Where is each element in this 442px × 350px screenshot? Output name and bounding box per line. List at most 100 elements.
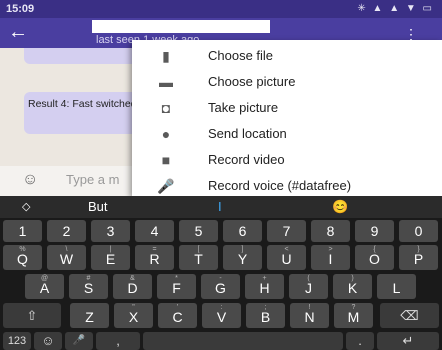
key-label: 0 bbox=[414, 223, 423, 239]
menu-item-label: Record video bbox=[208, 152, 285, 167]
back-arrow-icon[interactable]: ← bbox=[8, 21, 28, 43]
key-label: S bbox=[83, 280, 94, 296]
menu-item-send-location[interactable]: ● Send location bbox=[132, 122, 442, 146]
key-m[interactable]: ? M bbox=[334, 303, 373, 328]
key-o[interactable]: {O bbox=[355, 245, 394, 270]
key-label: J bbox=[305, 280, 312, 296]
key-label: D bbox=[127, 280, 138, 296]
suggestion-word[interactable]: But bbox=[88, 199, 108, 214]
key-y[interactable]: ] Y bbox=[223, 245, 262, 270]
key-v[interactable]: :V bbox=[202, 303, 241, 328]
key-label: R bbox=[149, 251, 160, 267]
menu-item-record-video[interactable]: ■ Record video bbox=[132, 148, 442, 172]
shift-key[interactable]: ⇧ bbox=[3, 303, 61, 328]
key-label: 2 bbox=[62, 223, 71, 239]
key-n[interactable]: ! N bbox=[290, 303, 329, 328]
menu-item-label: Record voice (#datafree) bbox=[208, 178, 352, 193]
key-3[interactable]: 3 bbox=[91, 220, 130, 242]
symbols-key[interactable]: 123 bbox=[3, 332, 31, 350]
location-pin-icon: ● bbox=[161, 126, 171, 142]
suggestion-emoji-icon[interactable]: 😊 bbox=[332, 199, 348, 215]
key-r[interactable]: = R bbox=[135, 245, 174, 270]
key-label: 5 bbox=[194, 223, 203, 239]
key-label: T bbox=[194, 251, 203, 267]
key-e[interactable]: | E bbox=[91, 245, 130, 270]
microphone-icon: 🎤 bbox=[157, 177, 175, 194]
key-q[interactable]: % Q bbox=[3, 245, 42, 270]
image-icon: ▬ bbox=[159, 74, 173, 90]
key-1[interactable]: 1 bbox=[3, 220, 42, 242]
key-c[interactable]: ' C bbox=[158, 303, 197, 328]
key-0[interactable]: 0 bbox=[399, 220, 438, 242]
key-i[interactable]: > I bbox=[311, 245, 350, 270]
key-z[interactable]: Z bbox=[70, 303, 109, 328]
key-a[interactable]: @ A bbox=[25, 274, 64, 299]
menu-item-label: Choose picture bbox=[208, 74, 296, 89]
emoji-icon[interactable]: ☺ bbox=[22, 171, 38, 189]
keyboard: ◇ But I 😊 1 2 3 4 5 6 7 8 9 0% Q \ W | E = R[T] Y < U > I{O} P… bbox=[0, 196, 442, 350]
video-camera-icon: ■ bbox=[161, 152, 171, 168]
menu-item-choose-picture[interactable]: ▬ Choose picture bbox=[132, 70, 442, 94]
key-7[interactable]: 7 bbox=[267, 220, 306, 242]
key-label: 7 bbox=[282, 223, 291, 239]
key-label: 9 bbox=[370, 223, 379, 239]
key-label: 6 bbox=[238, 223, 247, 239]
contact-name-redacted[interactable] bbox=[92, 20, 270, 33]
key-g[interactable]: -G bbox=[201, 274, 240, 299]
key-8[interactable]: 8 bbox=[311, 220, 350, 242]
backspace-key[interactable]: ⌫ bbox=[380, 303, 439, 328]
suggestion-cursor[interactable]: I bbox=[218, 199, 222, 214]
key-label: 4 bbox=[150, 223, 159, 239]
key-f[interactable]: * F bbox=[157, 274, 196, 299]
key-l[interactable]: L bbox=[377, 274, 416, 299]
key-p[interactable]: } P bbox=[399, 245, 438, 270]
key-label: K bbox=[347, 280, 358, 296]
key-h[interactable]: + H bbox=[245, 274, 284, 299]
key-6[interactable]: 6 bbox=[223, 220, 262, 242]
message-input[interactable]: Type a m bbox=[66, 172, 119, 187]
key-w[interactable]: \ W bbox=[47, 245, 86, 270]
key-label: P bbox=[413, 251, 424, 267]
key-2[interactable]: 2 bbox=[47, 220, 86, 242]
key-label: I bbox=[328, 251, 333, 267]
attachment-menu: ⋮ ▮ Choose file ▬ Choose picture ◘ Take … bbox=[132, 27, 442, 198]
key-label: Y bbox=[237, 251, 248, 267]
key-label: 3 bbox=[106, 223, 115, 239]
key-4[interactable]: 4 bbox=[135, 220, 174, 242]
key-k[interactable]: ) K bbox=[333, 274, 372, 299]
message-bubble bbox=[24, 48, 144, 64]
key-label: O bbox=[369, 251, 380, 267]
key-b[interactable]: ; B bbox=[246, 303, 285, 328]
comma-key[interactable]: , bbox=[96, 332, 140, 350]
key-label: H bbox=[259, 280, 270, 296]
camera-icon: ◘ bbox=[161, 100, 171, 116]
period-key[interactable]: . bbox=[346, 332, 374, 350]
status-bar: 15:09 ✳ ▲ ▲ ▼ ▭ bbox=[0, 0, 442, 18]
key-label: C bbox=[172, 309, 183, 325]
menu-item-record-voice[interactable]: 🎤 Record voice (#datafree) bbox=[132, 174, 442, 198]
emoji-key[interactable]: ☺ bbox=[34, 332, 62, 350]
key-label: Z bbox=[85, 309, 94, 325]
key-t[interactable]: [T bbox=[179, 245, 218, 270]
key-label: N bbox=[304, 309, 315, 325]
key-u[interactable]: < U bbox=[267, 245, 306, 270]
menu-item-label: Take picture bbox=[208, 100, 279, 115]
key-label: L bbox=[392, 280, 401, 296]
key-s[interactable]: # S bbox=[69, 274, 108, 299]
menu-item-take-picture[interactable]: ◘ Take picture bbox=[132, 96, 442, 120]
status-time: 15:09 bbox=[6, 3, 35, 15]
menu-item-choose-file[interactable]: ▮ Choose file bbox=[132, 44, 442, 68]
enter-key[interactable]: ↵ bbox=[377, 332, 439, 350]
key-label: G bbox=[215, 280, 226, 296]
key-x[interactable]: " X bbox=[114, 303, 153, 328]
microphone-key[interactable]: 🎤 bbox=[65, 332, 93, 350]
more-options-icon[interactable]: ⋮ bbox=[404, 27, 418, 41]
key-5[interactable]: 5 bbox=[179, 220, 218, 242]
space-key[interactable] bbox=[143, 332, 343, 350]
key-9[interactable]: 9 bbox=[355, 220, 394, 242]
key-d[interactable]: & D bbox=[113, 274, 152, 299]
status-icons: ✳ ▲ ▲ ▼ ▭ bbox=[357, 3, 434, 14]
key-j[interactable]: (J bbox=[289, 274, 328, 299]
suggestion-toggle-icon[interactable]: ◇ bbox=[22, 200, 30, 213]
key-label: U bbox=[281, 251, 292, 267]
